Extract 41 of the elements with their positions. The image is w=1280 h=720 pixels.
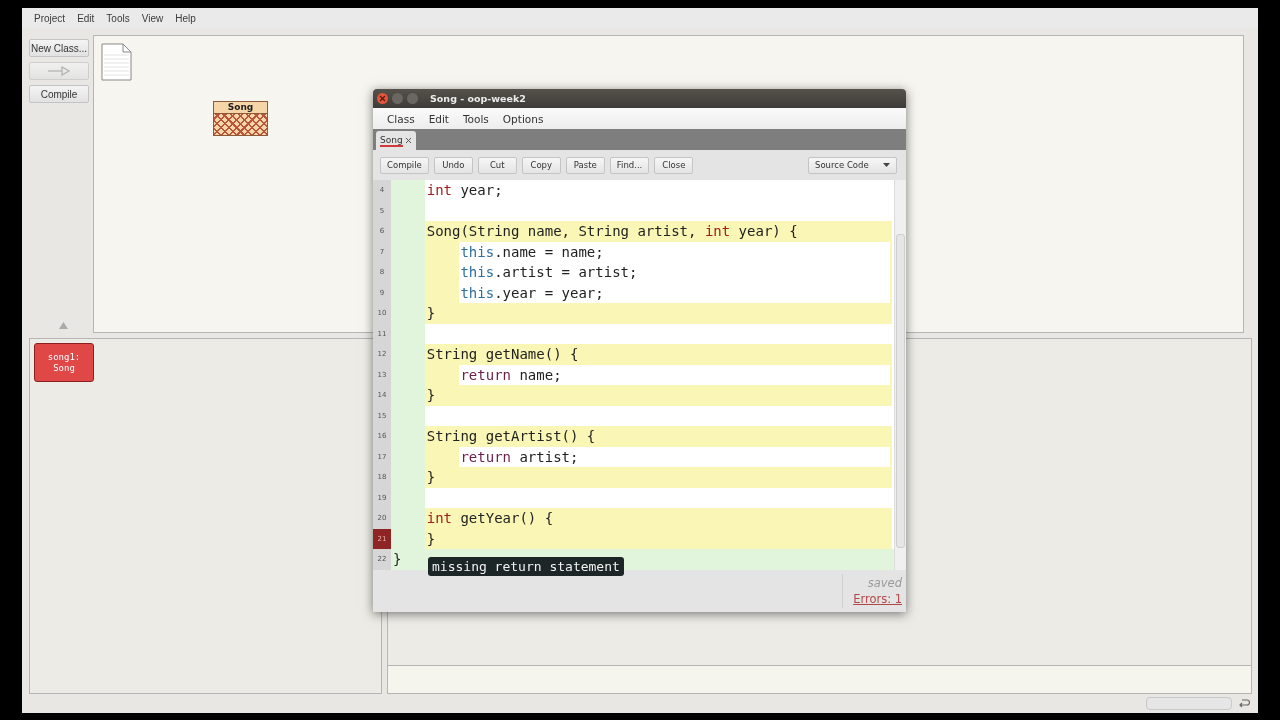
toolbar-button[interactable]: Close — [654, 156, 694, 174]
view-dropdown[interactable]: Source Code — [808, 156, 897, 174]
toolbar-button[interactable]: Compile — [380, 156, 429, 174]
error-tooltip: missing return statement — [428, 557, 624, 576]
menu-item[interactable]: Tools — [455, 112, 496, 125]
note-icon[interactable] — [101, 43, 133, 81]
menu-item[interactable]: Help — [169, 12, 202, 24]
object-type: Song — [53, 362, 75, 374]
menu-item[interactable]: Class — [380, 112, 422, 125]
window-title: Song - oop-week2 — [430, 93, 526, 104]
menu-item[interactable]: Options — [495, 112, 551, 125]
menu-item[interactable]: Edit — [71, 12, 101, 24]
close-icon[interactable] — [404, 137, 412, 144]
menu-item[interactable]: Project — [28, 12, 72, 24]
class-box[interactable]: Song — [213, 101, 268, 136]
errors-link[interactable]: Errors: 1 — [853, 592, 902, 606]
toolbar-button[interactable]: Copy — [521, 156, 561, 174]
toolbar-button[interactable]: Cut — [477, 156, 517, 174]
maximize-window-button[interactable] — [407, 93, 418, 104]
tool-button[interactable]: New Class... — [29, 39, 89, 57]
toolbar-button[interactable]: Undo — [433, 156, 473, 174]
view-dropdown-value: Source Code — [815, 160, 869, 170]
editor-tab[interactable]: Song — [376, 131, 416, 150]
minimize-window-button[interactable] — [392, 93, 403, 104]
scrollbar[interactable] — [894, 180, 906, 570]
return-arrow-icon[interactable] — [1238, 697, 1250, 710]
caret-icon — [883, 163, 890, 167]
toolbar-button[interactable]: Paste — [565, 156, 605, 174]
save-status: saved — [867, 576, 902, 590]
object-card[interactable]: song1: Song — [34, 343, 94, 382]
close-window-button[interactable] — [377, 93, 388, 104]
object-name: song1: — [47, 351, 81, 363]
toolbar-button[interactable]: Find... — [609, 156, 650, 174]
close-icon — [379, 95, 386, 102]
collapse-triangle-icon[interactable] — [59, 322, 68, 329]
menu-item[interactable]: Tools — [100, 12, 136, 24]
menu-item[interactable]: Edit — [421, 112, 456, 125]
arrow-icon — [47, 66, 71, 76]
menu-item[interactable]: View — [135, 12, 170, 24]
tool-button[interactable]: Compile — [29, 85, 89, 103]
arrow-button[interactable] — [29, 62, 89, 80]
